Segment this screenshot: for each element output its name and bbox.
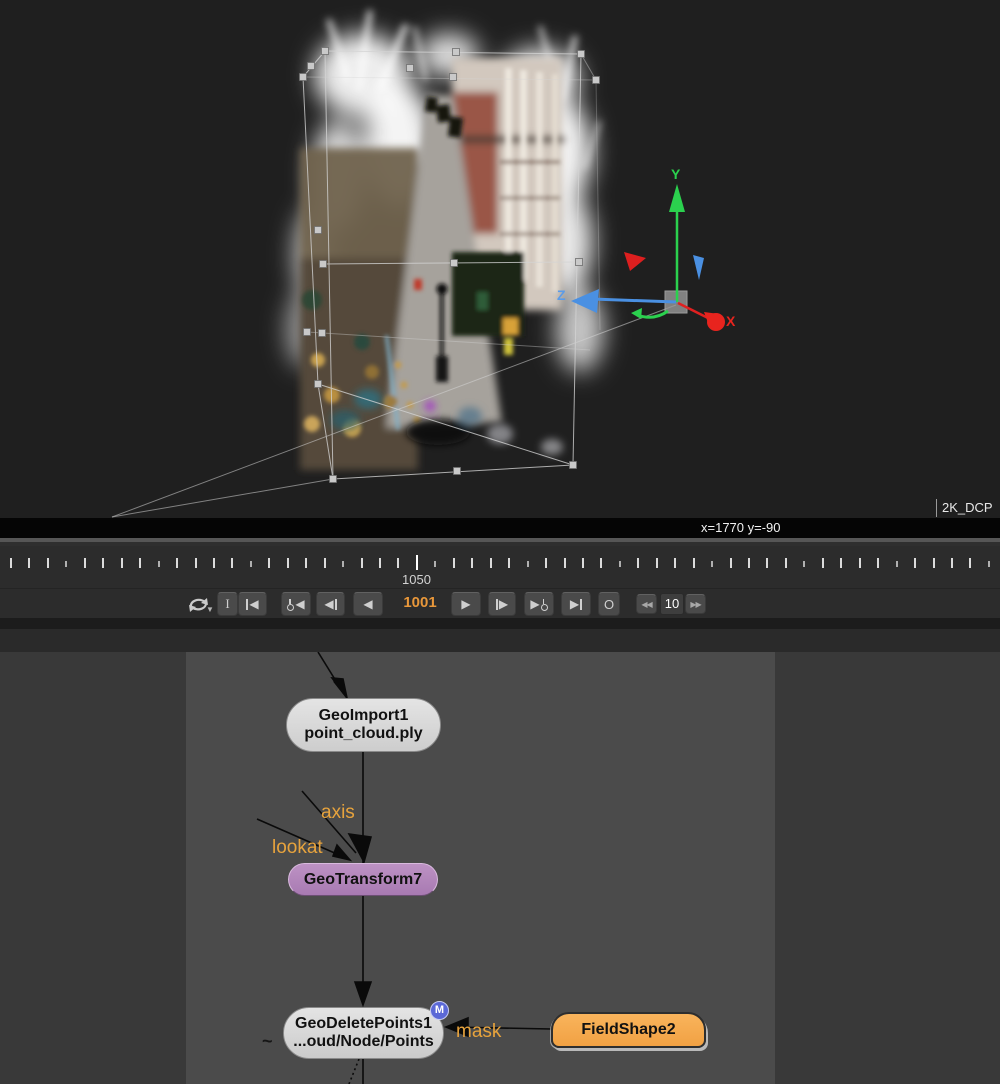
divider-strip xyxy=(0,629,1000,652)
node-prefix: ~ xyxy=(262,1032,273,1050)
divider xyxy=(0,618,1000,629)
ruler-tick xyxy=(840,558,842,568)
node-title: GeoImport1 xyxy=(319,707,409,725)
node-geoimport1[interactable]: GeoImport1 point_cloud.ply xyxy=(286,698,441,752)
mask-indicator-badge: M xyxy=(430,1001,449,1020)
ruler-tick xyxy=(822,558,824,568)
ruler-tick xyxy=(139,558,141,568)
transport-bar: ▼ I ◀ ◀ ◀ ◀ 1001 ▶ ▶ ▶ ▶ O ◀◀ 10 ▶▶ xyxy=(0,588,1000,619)
ruler-tick xyxy=(859,558,861,568)
ruler-tick xyxy=(231,558,233,568)
ruler-tick xyxy=(361,558,363,568)
ruler-tick xyxy=(748,558,750,568)
ruler-tick xyxy=(471,558,473,568)
input-range-button[interactable]: I xyxy=(217,592,238,616)
node-subtitle: point_cloud.ply xyxy=(304,725,422,743)
previous-keyframe-button[interactable]: ◀ xyxy=(281,592,311,616)
step-forward-button[interactable]: ▶ xyxy=(488,592,516,616)
ruler-tick xyxy=(637,558,639,568)
next-keyframe-button[interactable]: ▶ xyxy=(524,592,554,616)
node-geotransform7[interactable]: GeoTransform7 xyxy=(288,863,438,896)
ruler-tick xyxy=(324,558,326,568)
timeline-ruler[interactable]: 1050 xyxy=(0,546,1000,588)
ruler-tick xyxy=(47,558,49,568)
ruler-tick xyxy=(969,558,971,568)
ruler-tick xyxy=(896,561,898,567)
edge-label-lookat: lookat xyxy=(272,837,323,859)
edge-label-axis: axis xyxy=(321,802,355,824)
ruler-tick xyxy=(933,558,935,568)
ruler-tick xyxy=(10,558,12,568)
ruler-tick xyxy=(711,561,713,567)
play-forward-button[interactable]: ▶ xyxy=(451,592,481,616)
ruler-tick xyxy=(803,561,805,567)
ruler-tick xyxy=(785,558,787,568)
output-range-button[interactable]: O xyxy=(598,592,620,616)
node-subtitle: ...oud/Node/Points xyxy=(293,1033,433,1051)
point-cloud-scene xyxy=(0,0,1000,518)
gizmo-y-axis-label: Y xyxy=(671,166,680,182)
play-backward-button[interactable]: ◀ xyxy=(353,592,383,616)
ruler-tick xyxy=(564,558,566,568)
ruler-tick xyxy=(379,558,381,568)
ruler-tick xyxy=(195,558,197,568)
ruler-tick xyxy=(28,558,30,568)
ruler-tick xyxy=(342,561,344,567)
chevron-down-icon[interactable]: ▼ xyxy=(206,605,214,614)
ruler-tick xyxy=(416,555,418,570)
ruler-tick xyxy=(527,561,529,567)
frame-increment-field[interactable]: 10 xyxy=(660,593,684,615)
timeline-frame-label: 1050 xyxy=(402,572,431,587)
ruler-tick xyxy=(397,558,399,568)
node-geodeletepoints1[interactable]: GeoDeletePoints1 ...oud/Node/Points ~ M xyxy=(283,1007,444,1059)
viewer-format-label: 2K_DCP xyxy=(936,499,993,517)
ruler-tick xyxy=(250,561,252,567)
ruler-tick xyxy=(508,558,510,568)
goto-start-button[interactable]: ◀ xyxy=(238,592,267,616)
ruler-tick xyxy=(65,561,67,567)
gizmo-x-axis-label: X xyxy=(726,313,735,329)
ruler-tick xyxy=(453,558,455,568)
node-title: GeoTransform7 xyxy=(304,871,422,889)
ruler-tick xyxy=(158,561,160,567)
ruler-tick xyxy=(102,558,104,568)
ruler-tick xyxy=(988,561,990,567)
decrement-frame-button[interactable]: ◀◀ xyxy=(636,594,657,614)
ruler-tick xyxy=(121,558,123,568)
ruler-tick xyxy=(600,558,602,568)
3d-viewport[interactable]: Y Z X 2K_DCP xyxy=(0,0,1000,518)
cursor-coordinates: x=1770 y=-90 xyxy=(701,520,781,535)
edge-label-mask: mask xyxy=(456,1021,501,1043)
ruler-tick xyxy=(545,558,547,568)
ruler-tick xyxy=(582,558,584,568)
ruler-tick xyxy=(213,558,215,568)
node-graph-edges xyxy=(0,652,1000,1084)
node-title: FieldShape2 xyxy=(581,1021,675,1039)
node-graph[interactable]: GeoImport1 point_cloud.ply GeoTransform7… xyxy=(0,652,1000,1084)
current-frame-field[interactable]: 1001 xyxy=(398,594,442,611)
gizmo-z-axis-label: Z xyxy=(557,287,566,303)
ruler-tick xyxy=(674,558,676,568)
ruler-tick xyxy=(287,558,289,568)
node-title: GeoDeletePoints1 xyxy=(295,1015,432,1033)
ruler-tick xyxy=(268,558,270,568)
ruler-tick xyxy=(434,561,436,567)
increment-frame-button[interactable]: ▶▶ xyxy=(685,594,706,614)
ruler-tick xyxy=(176,558,178,568)
step-back-button[interactable]: ◀ xyxy=(316,592,345,616)
ruler-tick xyxy=(951,558,953,568)
ruler-tick xyxy=(693,558,695,568)
ruler-tick xyxy=(305,558,307,568)
node-fieldshape2[interactable]: FieldShape2 xyxy=(551,1012,706,1048)
coordinate-status-bar: x=1770 y=-90 xyxy=(0,518,1000,538)
ruler-tick xyxy=(84,558,86,568)
goto-end-button[interactable]: ▶ xyxy=(561,592,591,616)
ruler-tick xyxy=(766,558,768,568)
ruler-tick xyxy=(877,558,879,568)
ruler-tick xyxy=(656,558,658,568)
ruler-tick xyxy=(730,558,732,568)
ruler-tick xyxy=(619,561,621,567)
ruler-tick xyxy=(914,558,916,568)
ruler-tick xyxy=(490,558,492,568)
